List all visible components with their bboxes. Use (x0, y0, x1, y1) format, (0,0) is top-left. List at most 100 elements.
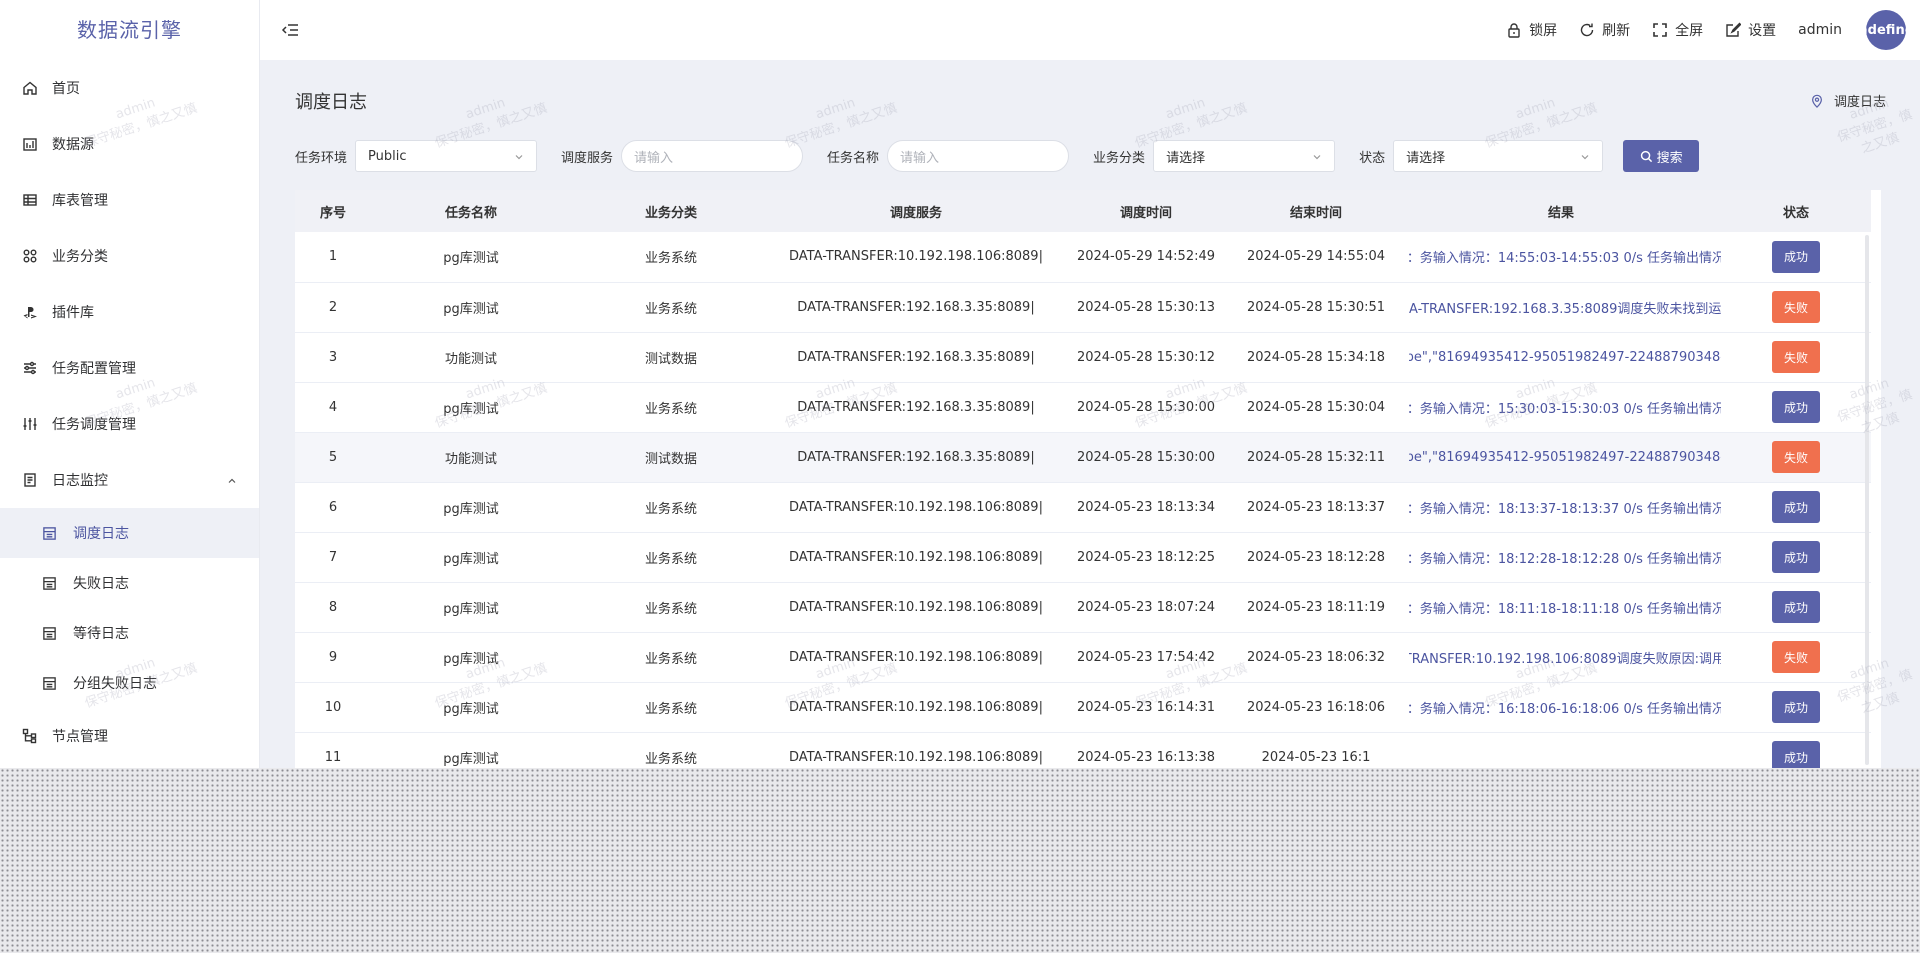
env-select-value: Public (368, 148, 407, 164)
start-time-cell: 2024-05-23 18:07:24 (1061, 582, 1231, 633)
column-header[interactable]: 序号 (295, 190, 371, 232)
table-row[interactable]: 10 pg库测试 业务系统 DATA-TRANSFER:10.192.198.106:… (295, 682, 1871, 733)
sidebar-item-home[interactable]: 首页 (0, 60, 259, 116)
table-icon (22, 192, 38, 208)
column-header[interactable]: 调度时间 (1061, 190, 1231, 232)
status-badge[interactable]: 失败 (1772, 441, 1820, 473)
end-time-cell: 2024-05-23 18:11:19 (1231, 582, 1401, 633)
fullscreen-button[interactable]: 全屏 (1652, 20, 1703, 40)
category-select[interactable]: 请选择 (1153, 140, 1336, 172)
category-label: 业务分类 (1093, 150, 1146, 166)
search-button[interactable]: 搜索 (1623, 140, 1700, 172)
sidebar-item-category[interactable]: 业务分类 (0, 228, 259, 284)
result-cell: 'A-TRANSFER:192.168.3.35:8089调度失败未找到运 (1401, 282, 1721, 333)
service-input[interactable]: 请输入 (621, 140, 804, 172)
index-cell: 10 (295, 682, 371, 733)
sidebar-item-task-schedule[interactable]: 任务调度管理 (0, 396, 259, 452)
table-row[interactable]: 8 pg库测试 业务系统 DATA-TRANSFER:10.192.198.106:8… (295, 582, 1871, 633)
status-cell: 成功 (1721, 682, 1871, 733)
result-text[interactable]: 务输入情况：18:11:18-18:11:18 0/s 任务输出情况： (1409, 598, 1721, 617)
table-row[interactable]: 2 pg库测试 业务系统 DATA-TRANSFER:192.168.3.35:808… (295, 282, 1871, 333)
start-time-cell: 2024-05-23 18:13:34 (1061, 482, 1231, 533)
column-header[interactable]: 调度服务 (771, 190, 1061, 232)
task-name-input[interactable]: 请输入 (887, 140, 1070, 172)
refresh-button[interactable]: 刷新 (1579, 20, 1630, 40)
table-row[interactable]: 5 功能测试 测试数据 DATA-TRANSFER:192.168.3.35:8089… (295, 432, 1871, 483)
settings-button[interactable]: 设置 (1725, 20, 1776, 40)
table-row[interactable]: 11 pg库测试 业务系统 DATA-TRANSFER:10.192.198.106:… (295, 732, 1871, 768)
column-header[interactable]: 结束时间 (1231, 190, 1401, 232)
sidebar-item-label: 插件库 (52, 305, 94, 321)
refresh-label: 刷新 (1602, 23, 1631, 39)
task-name-cell: pg库测试 (371, 282, 571, 333)
result-text[interactable]: 'A-TRANSFER:192.168.3.35:8089调度失败未找到运 (1409, 298, 1721, 317)
sidebar-item-task-config[interactable]: 任务配置管理 (0, 340, 259, 396)
result-text[interactable]: 务输入情况：18:13:37-18:13:37 0/s 任务输出情况： (1409, 498, 1721, 517)
table-row[interactable]: 9 pg库测试 业务系统 DATA-TRANSFER:10.192.198.106:8… (295, 632, 1871, 683)
table-row[interactable]: 3 功能测试 测试数据 DATA-TRANSFER:192.168.3.35:8089… (295, 332, 1871, 383)
sidebar-item-log-monitor[interactable]: 日志监控 (0, 452, 259, 508)
status-badge[interactable]: 失败 (1772, 291, 1820, 323)
sidebar-subitem-label: 调度日志 (73, 526, 129, 542)
table-row[interactable]: 4 pg库测试 业务系统 DATA-TRANSFER:192.168.3.35:808… (295, 382, 1871, 433)
result-text[interactable]: 务输入情况：16:18:06-16:18:06 0/s 任务输出情况： (1409, 698, 1721, 717)
column-header[interactable]: 结果 (1401, 190, 1721, 232)
category-cell: 业务系统 (571, 232, 771, 283)
status-badge[interactable]: 成功 (1772, 491, 1820, 523)
start-time-cell: 2024-05-28 15:30:00 (1061, 432, 1231, 483)
username[interactable]: admin (1798, 22, 1842, 38)
table-row[interactable]: 6 pg库测试 业务系统 DATA-TRANSFER:10.192.198.106:8… (295, 482, 1871, 533)
status-cell: 成功 (1721, 232, 1871, 283)
status-badge[interactable]: 失败 (1772, 641, 1820, 673)
status-select[interactable]: 请选择 (1393, 140, 1604, 172)
sidebar-item-datasource[interactable]: 数据源 (0, 116, 259, 172)
start-time-cell: 2024-05-28 15:30:00 (1061, 382, 1231, 433)
status-badge[interactable]: 成功 (1772, 591, 1820, 623)
node-icon (22, 728, 38, 744)
avatar[interactable]: undefined (1866, 10, 1906, 50)
result-cell: -81694935412-95051982497-22488790348","t… (1401, 332, 1721, 383)
sidebar-subitem-wait-log[interactable]: 等待日志 (0, 608, 259, 658)
plugin-icon (22, 304, 38, 320)
service-cell: DATA-TRANSFER:192.168.3.35:8089| (771, 282, 1061, 333)
end-time-cell: 2024-05-28 15:30:51 (1231, 282, 1401, 333)
lock-screen-button[interactable]: 锁屏 (1506, 20, 1557, 40)
status-badge[interactable]: 成功 (1772, 741, 1820, 768)
service-cell: DATA-TRANSFER:10.192.198.106:8089| (771, 732, 1061, 768)
sidebar-item-label: 节点管理 (52, 729, 108, 745)
env-select[interactable]: Public (355, 140, 538, 172)
result-text[interactable]: 务输入情况：14:55:03-14:55:03 0/s 任务输出情况： (1409, 247, 1721, 266)
status-cell: 成功 (1721, 532, 1871, 583)
result-text[interactable]: 务输入情况：18:12:28-18:12:28 0/s 任务输出情况： (1409, 548, 1721, 567)
column-header[interactable]: 任务名称 (371, 190, 571, 232)
table-scrollbar[interactable] (1865, 235, 1869, 765)
sidebar-item-plugins[interactable]: 插件库 (0, 284, 259, 340)
task-name-cell: pg库测试 (371, 682, 571, 733)
service-cell: DATA-TRANSFER:10.192.198.106:8089| (771, 582, 1061, 633)
category-select-value: 请选择 (1166, 150, 1206, 166)
status-badge[interactable]: 成功 (1772, 541, 1820, 573)
table-row[interactable]: 1 pg库测试 业务系统 DATA-TRANSFER:10.192.198.106:8… (295, 232, 1871, 283)
sidebar-subitem-schedule-log[interactable]: 调度日志 (0, 508, 259, 558)
sidebar-subitem-group-fail-log[interactable]: 分组失败日志 (0, 658, 259, 708)
collapse-menu-icon[interactable] (280, 20, 300, 40)
result-text[interactable]: -81694935412-95051982497-22488790348","t… (1409, 350, 1721, 365)
result-text[interactable]: -81694935412-95051982497-22488790348","t… (1409, 450, 1721, 465)
category-cell: 业务系统 (571, 532, 771, 583)
result-text[interactable]: 务输入情况：15:30:03-15:30:03 0/s 任务输出情况： (1409, 398, 1721, 417)
column-header[interactable]: 业务分类 (571, 190, 771, 232)
sidebar-item-nodes[interactable]: 节点管理 (0, 708, 259, 764)
status-badge[interactable]: 成功 (1772, 391, 1820, 423)
column-header[interactable]: 状态 (1721, 190, 1871, 232)
service-label: 调度服务 (561, 150, 614, 166)
status-badge[interactable]: 成功 (1772, 240, 1820, 273)
table-row[interactable]: 7 pg库测试 业务系统 DATA-TRANSFER:10.192.198.106:8… (295, 532, 1871, 583)
sidebar-item-tables[interactable]: 库表管理 (0, 172, 259, 228)
status-badge[interactable]: 成功 (1772, 691, 1820, 723)
index-cell: 9 (295, 632, 371, 683)
edit-icon (1726, 22, 1742, 37)
result-text[interactable]: TRANSFER:10.192.198.106:8089调度失败原因:调用 (1409, 648, 1721, 667)
status-badge[interactable]: 失败 (1772, 341, 1820, 373)
breadcrumb-item[interactable]: 调度日志 (1834, 91, 1886, 110)
sidebar-subitem-fail-log[interactable]: 失败日志 (0, 558, 259, 608)
